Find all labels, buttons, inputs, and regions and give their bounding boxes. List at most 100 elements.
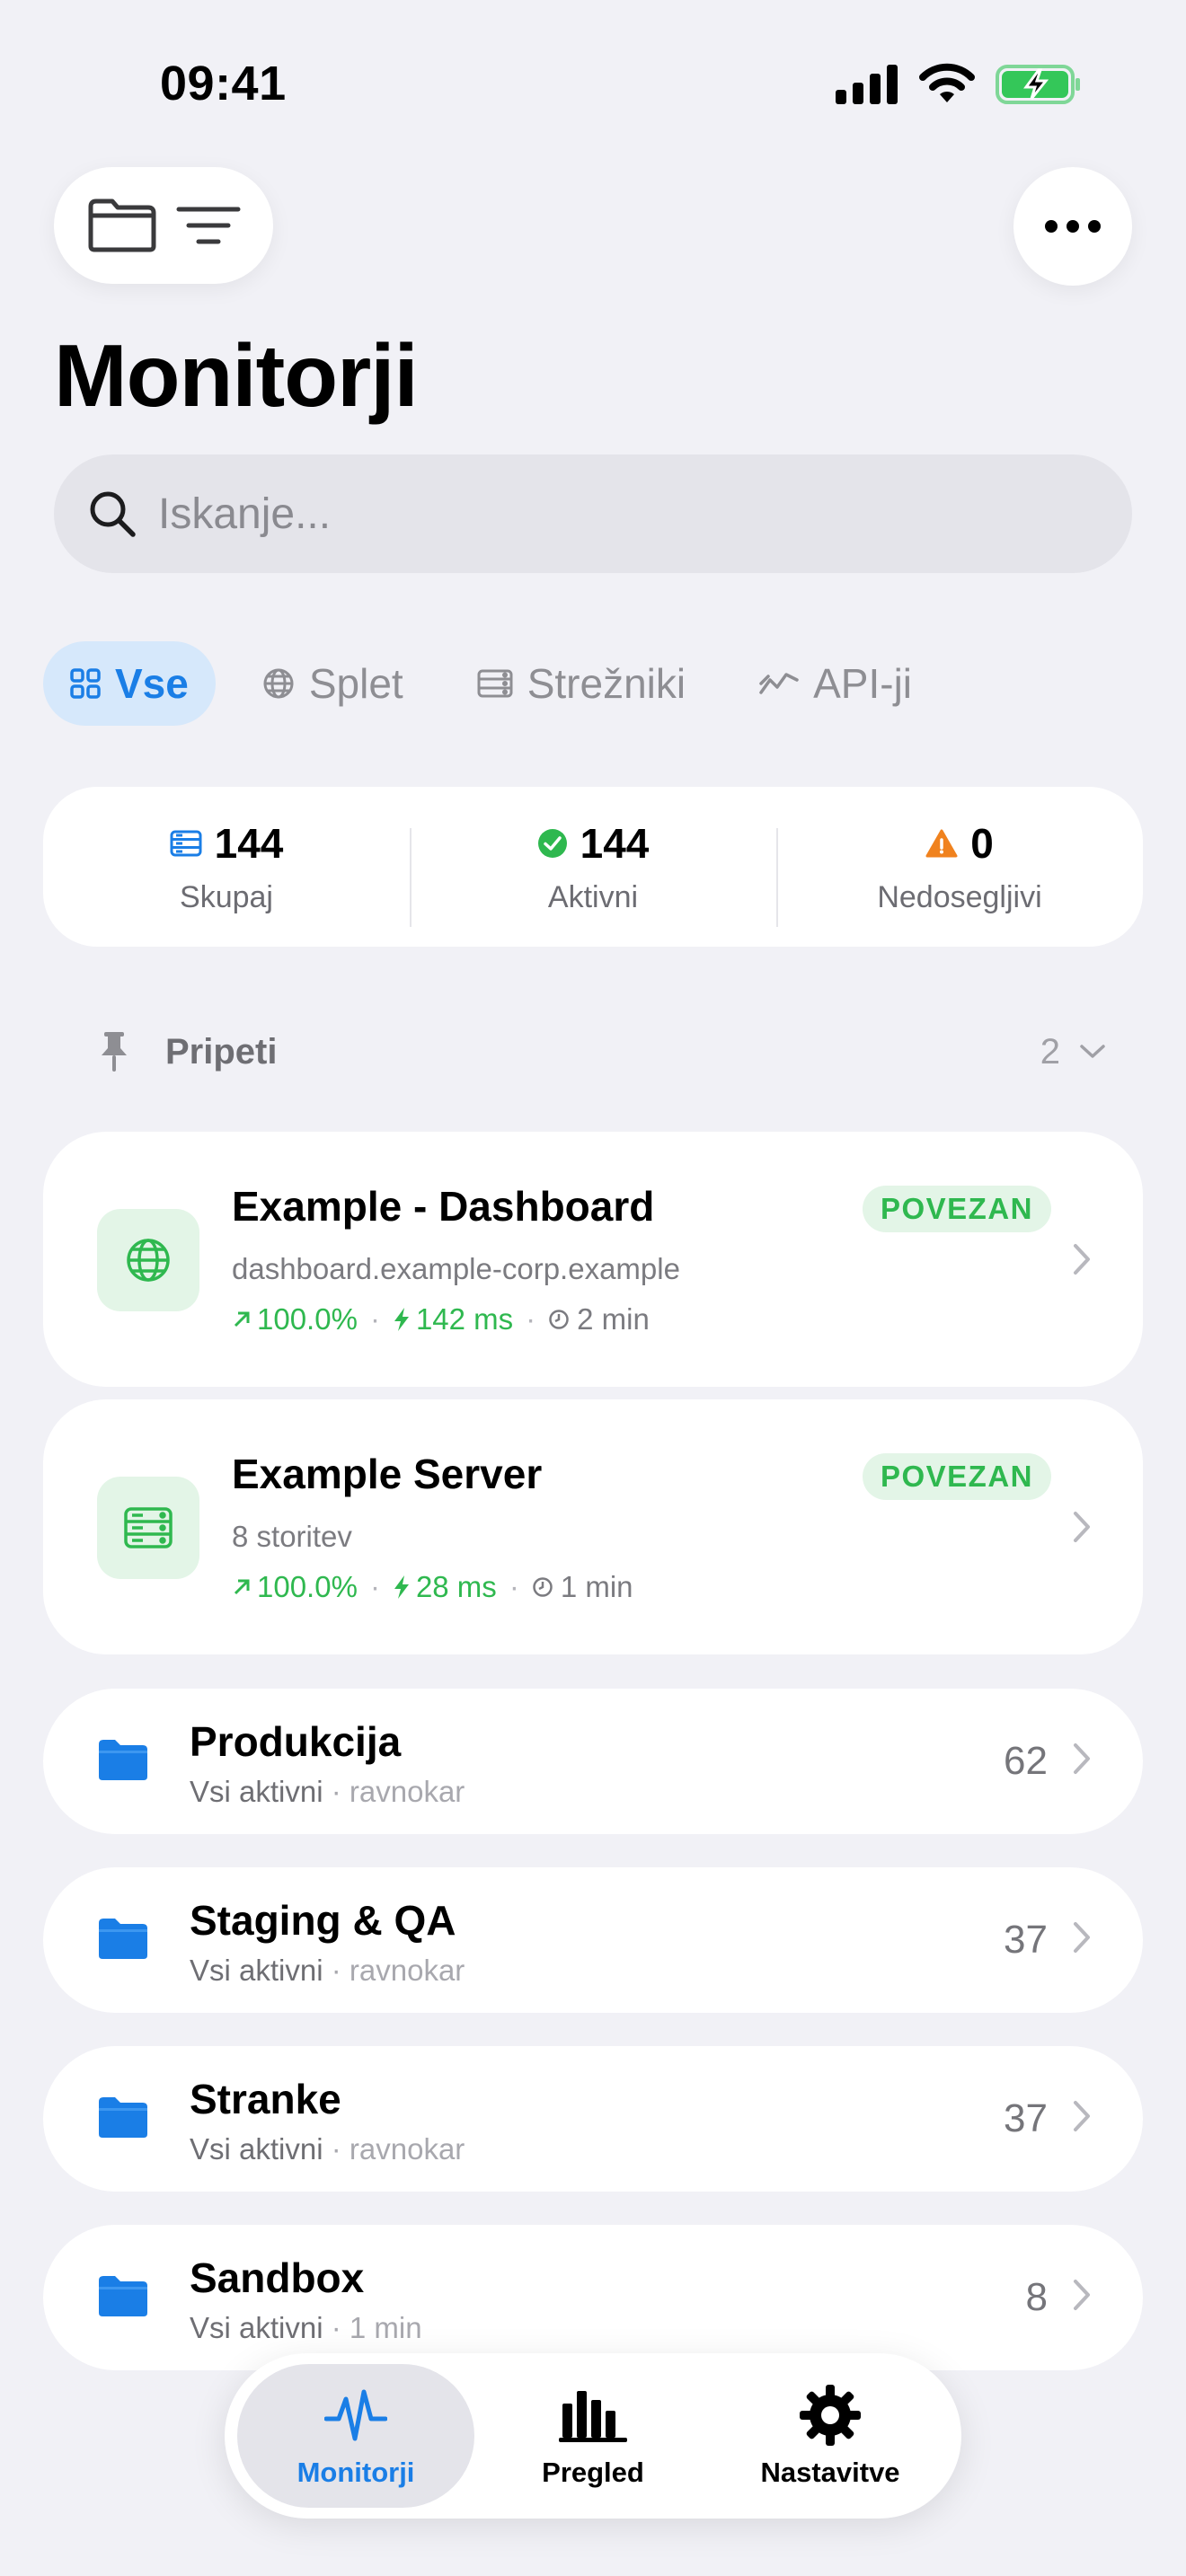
filter-chip-web[interactable]: Splet: [235, 641, 430, 726]
filter-chips: Vse Splet Strežniki API-ji: [43, 641, 959, 726]
group-row-produkcija[interactable]: Produkcija Vsi aktivni · ravnokar 62: [43, 1689, 1143, 1834]
pinned-section-header[interactable]: Pripeti 2: [99, 1019, 1105, 1085]
stat-active-value: 144: [580, 819, 650, 867]
filter-chip-label: Vse: [115, 660, 189, 707]
group-status: Vsi aktivni · ravnokar: [190, 1954, 465, 1987]
cellular-signal-icon: [836, 65, 898, 104]
folder-icon[interactable]: [87, 198, 157, 253]
filter-chip-label: Strežniki: [527, 660, 686, 707]
status-time: 09:41: [160, 57, 287, 110]
interval-value: 1 min: [560, 1570, 633, 1603]
monitor-metrics: 100.0% · 142 ms · 2 min: [232, 1302, 650, 1337]
monitor-type-icon: [97, 1209, 199, 1311]
folder-fill-icon: [99, 2276, 147, 2316]
pulse-icon: [324, 2389, 387, 2441]
filter-chip-all[interactable]: Vse: [43, 641, 216, 726]
monitor-card[interactable]: Example Server POVEZAN 8 storitev 100.0%…: [43, 1399, 1143, 1654]
chevron-right-icon: [1074, 2280, 1090, 2310]
monitor-name: Example Server: [232, 1451, 543, 1497]
stat-active-label: Aktivni: [547, 879, 639, 914]
bolt-icon: [394, 1308, 409, 1331]
chevron-right-icon: [1074, 1922, 1090, 1953]
search-input[interactable]: [158, 489, 1057, 539]
stat-total-label: Skupaj: [180, 879, 273, 914]
grid-icon: [70, 668, 101, 699]
checkmark-circle-icon: [537, 828, 567, 858]
status-icons: [836, 63, 1082, 106]
tab-overview[interactable]: Pregled: [474, 2364, 712, 2508]
latency-value: 28 ms: [415, 1570, 497, 1603]
top-left-toolbar: [54, 167, 273, 284]
api-wave-icon: [759, 671, 799, 696]
chevron-right-icon: [1074, 1244, 1090, 1275]
group-name: Produkcija: [190, 1718, 402, 1765]
group-status: Vsi aktivni · ravnokar: [190, 2132, 465, 2166]
page-title: Monitorji: [54, 326, 419, 425]
filter-chip-api[interactable]: API-ji: [732, 641, 939, 726]
stat-total-value: 144: [214, 819, 284, 867]
globe-icon: [127, 1239, 170, 1282]
monitor-name: Example - Dashboard: [232, 1183, 655, 1230]
interval-value: 2 min: [577, 1302, 650, 1336]
chevron-right-icon: [1074, 1512, 1090, 1542]
server-icon: [124, 1507, 173, 1548]
warning-triangle-icon: [925, 829, 958, 857]
pin-icon: [102, 1032, 127, 1072]
group-status: Vsi aktivni · ravnokar: [190, 1775, 465, 1808]
tab-label: Nastavitve: [760, 2457, 900, 2488]
stats-summary: 144 Skupaj 144 Aktivni 0 Nedosegljivi: [43, 787, 1143, 947]
filter-sort-icon[interactable]: [176, 205, 241, 246]
group-row-sandbox[interactable]: Sandbox Vsi aktivni · 1 min 8: [43, 2225, 1143, 2370]
server-icon: [170, 830, 202, 856]
monitor-metrics: 100.0% · 28 ms · 1 min: [232, 1570, 633, 1604]
clock-icon: [549, 1310, 569, 1329]
stat-unreachable: 0 Nedosegljivi: [776, 819, 1143, 927]
gear-icon: [800, 2385, 861, 2446]
group-count: 62: [1004, 1739, 1048, 1783]
folder-fill-icon: [99, 2097, 147, 2138]
server-icon: [477, 669, 513, 698]
battery-charging-icon: [996, 65, 1080, 104]
bar-chart-icon: [559, 2391, 627, 2442]
folder-fill-icon: [99, 1919, 147, 1959]
group-name: Stranke: [190, 2076, 341, 2122]
bolt-icon: [394, 1575, 409, 1599]
uptime-value: 100.0%: [257, 1570, 358, 1603]
filter-chip-servers[interactable]: Strežniki: [450, 641, 712, 726]
group-status: Vsi aktivni · 1 min: [190, 2311, 422, 2344]
filter-chip-label: Splet: [308, 660, 403, 707]
monitor-services: 8 storitev: [232, 1520, 352, 1553]
chevron-right-icon: [1074, 2101, 1090, 2131]
tab-monitors[interactable]: Monitorji: [237, 2364, 474, 2508]
monitor-card[interactable]: Example - Dashboard POVEZAN dashboard.ex…: [43, 1132, 1143, 1387]
chevron-down-icon: [1080, 1045, 1105, 1058]
stat-unreachable-label: Nedosegljivi: [877, 879, 1042, 914]
stat-active: 144 Aktivni: [410, 819, 776, 927]
globe-icon: [262, 667, 295, 700]
stat-total: 144 Skupaj: [43, 819, 410, 915]
search-bar[interactable]: [54, 454, 1132, 573]
group-name: Staging & QA: [190, 1897, 456, 1944]
group-row-stranke[interactable]: Stranke Vsi aktivni · ravnokar 37: [43, 2046, 1143, 2192]
pinned-label: Pripeti: [165, 1031, 278, 1072]
group-row-staging[interactable]: Staging & QA Vsi aktivni · ravnokar 37: [43, 1867, 1143, 2013]
arrow-up-right-icon: [234, 1311, 250, 1328]
tab-bar: Monitorji Pregled Nastavitve: [225, 2353, 961, 2519]
search-icon: [90, 491, 136, 537]
ellipsis-icon: [1045, 220, 1101, 233]
folder-fill-icon: [99, 1740, 147, 1780]
monitor-type-icon: [97, 1477, 199, 1579]
tab-settings[interactable]: Nastavitve: [712, 2364, 949, 2508]
tab-label: Monitorji: [296, 2457, 415, 2488]
group-count: 37: [1004, 1918, 1048, 1962]
latency-value: 142 ms: [415, 1302, 514, 1336]
tab-label: Pregled: [542, 2457, 644, 2488]
more-options-button[interactable]: [1013, 167, 1132, 286]
clock-icon: [533, 1577, 553, 1597]
stat-unreachable-value: 0: [970, 819, 994, 867]
arrow-up-right-icon: [234, 1579, 250, 1595]
monitor-url: dashboard.example-corp.example: [232, 1252, 680, 1285]
wifi-icon: [919, 63, 975, 102]
group-count: 8: [1025, 2275, 1048, 2319]
status-badge: POVEZAN: [862, 1453, 1051, 1500]
